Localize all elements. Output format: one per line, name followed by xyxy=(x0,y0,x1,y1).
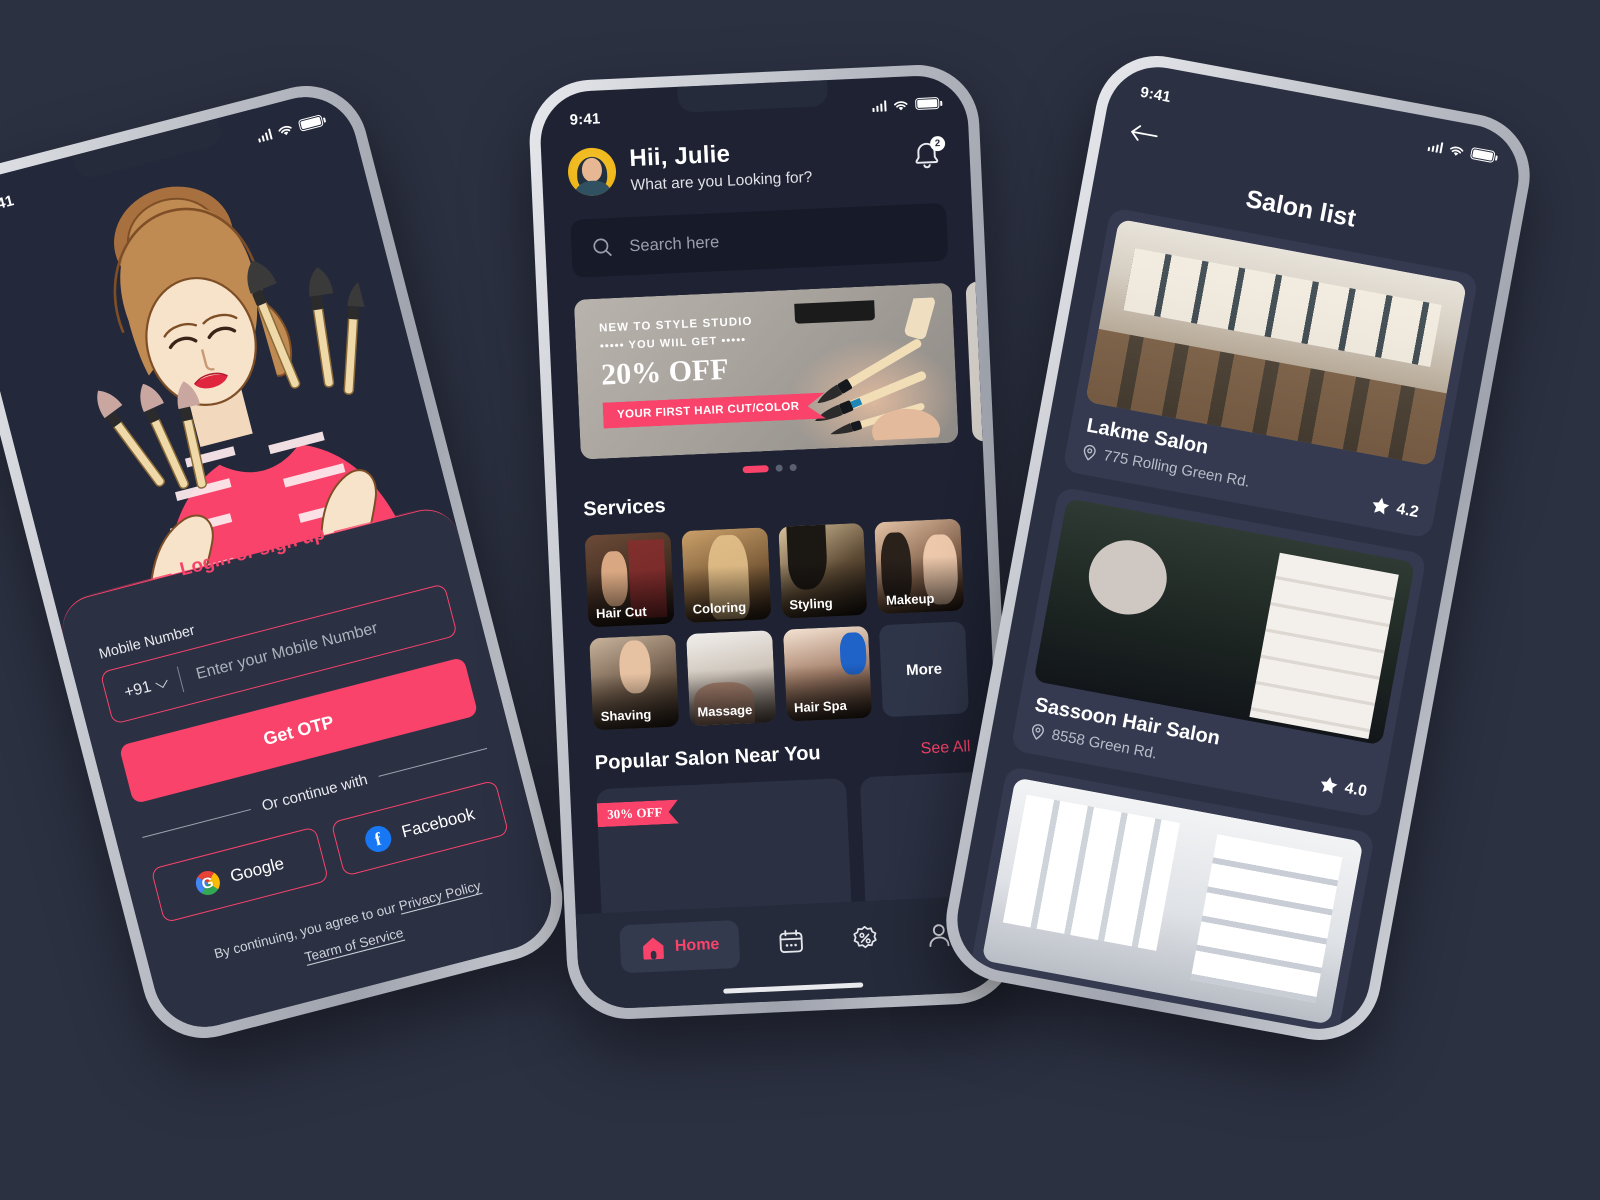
promo-banner[interactable]: NEW TO STYLE STUDIO ••••• YOU WIIL GET •… xyxy=(573,282,959,460)
or-continue-text: Or continue with xyxy=(260,771,370,815)
battery-icon xyxy=(1469,146,1496,164)
facebook-icon: f xyxy=(362,823,394,855)
bottom-tab-bar: Home xyxy=(575,894,1008,1011)
search-bar[interactable]: Search here xyxy=(570,202,949,278)
home-screen: 9:41 Hii, Julie What are you Looking for… xyxy=(538,73,1008,1011)
or-line-left xyxy=(142,808,251,838)
or-line-right xyxy=(378,747,488,777)
salon-rating: 4.2 xyxy=(1369,495,1420,522)
location-pin-icon xyxy=(1083,444,1096,461)
facebook-login-button[interactable]: f Facebook xyxy=(330,779,510,877)
signal-icon xyxy=(256,127,273,143)
service-label: Shaving xyxy=(600,706,652,724)
services-title: Services xyxy=(582,494,667,521)
signal-icon xyxy=(1427,139,1444,153)
service-tile-styling[interactable]: Styling xyxy=(777,522,868,619)
wifi-icon xyxy=(278,125,292,135)
greeting-text: Hii, Julie What are you Looking for? xyxy=(629,133,897,195)
carousel-dot-2[interactable] xyxy=(775,464,783,472)
salon-card[interactable]: Sassoon Hair Salon 8558 Green Rd. 4.0 xyxy=(1010,486,1427,819)
promo-banner-carousel[interactable]: NEW TO STYLE STUDIO ••••• YOU WIIL GET •… xyxy=(548,281,983,461)
login-screen: 9:41 Login or sign up Mobile Number +91 … xyxy=(0,85,563,1039)
phone-mockup-login: 9:41 Login or sign up Mobile Number +91 … xyxy=(0,72,576,1052)
status-icons xyxy=(1427,139,1496,164)
search-icon xyxy=(593,238,612,256)
service-label: Massage xyxy=(697,702,753,720)
salon-card[interactable]: Lakme Salon 775 Rolling Green Rd. 4.2 xyxy=(1062,207,1479,539)
avatar[interactable] xyxy=(566,146,618,197)
search-input[interactable]: Search here xyxy=(629,233,720,256)
service-label: Coloring xyxy=(692,599,747,617)
service-tile-hair-spa[interactable]: Hair Spa xyxy=(782,625,873,722)
salon-list-screen: 9:41 Salon list Lakme Salon 775 Rolling … xyxy=(948,58,1528,1038)
tab-home-label: Home xyxy=(674,935,720,955)
status-time: 9:41 xyxy=(0,191,16,216)
battery-icon xyxy=(297,114,324,132)
signal-icon xyxy=(871,99,887,112)
login-sheet: Login or sign up Mobile Number +91 Enter… xyxy=(55,502,563,1039)
facebook-label: Facebook xyxy=(399,804,477,842)
service-label: Hair Cut xyxy=(595,603,647,622)
service-label: Makeup xyxy=(885,590,935,608)
star-icon xyxy=(1320,776,1338,794)
greeting-row: Hii, Julie What are you Looking for? 2 xyxy=(566,131,946,198)
status-time: 9:41 xyxy=(1138,83,1173,106)
promo-banner-text: NEW TO STYLE STUDIO ••••• YOU WIIL GET •… xyxy=(599,313,826,429)
service-tile-more[interactable]: More xyxy=(879,621,969,718)
chevron-down-icon xyxy=(155,675,168,688)
service-tile-makeup[interactable]: Makeup xyxy=(874,518,965,615)
country-code-value: +91 xyxy=(122,678,154,702)
phone-mockup-home: 9:41 Hii, Julie What are you Looking for… xyxy=(526,62,1020,1022)
services-grid: Hair Cut Coloring Styling Makeup Shaving… xyxy=(559,517,995,731)
star-icon xyxy=(1372,497,1389,515)
carousel-pagination[interactable] xyxy=(556,455,984,481)
service-tile-hair-cut[interactable]: Hair Cut xyxy=(584,531,675,628)
status-icons xyxy=(256,114,325,143)
salon-rating-value: 4.2 xyxy=(1395,499,1421,521)
phone-mockup-salon-list: 9:41 Salon list Lakme Salon 775 Rolling … xyxy=(936,45,1540,1051)
country-code-select[interactable]: +91 xyxy=(101,654,187,723)
offer-tag: 30% OFF xyxy=(597,800,679,828)
service-tile-shaving[interactable]: Shaving xyxy=(589,634,680,731)
salon-card[interactable]: Jane Hair Salon 3505 Parker Rd. 4.2 xyxy=(958,765,1376,1038)
privacy-policy-link[interactable]: Privacy Policy xyxy=(397,878,482,914)
carousel-dot-3[interactable] xyxy=(789,463,797,472)
salon-list: Lakme Salon 775 Rolling Green Rd. 4.2 Sa… xyxy=(949,185,1504,1038)
wifi-icon xyxy=(894,100,908,110)
status-time: 9:41 xyxy=(569,109,601,129)
salon-rating: 4.0 xyxy=(1318,774,1369,801)
promo-banner-next[interactable] xyxy=(965,281,983,442)
wifi-icon xyxy=(1450,146,1464,156)
calendar-icon xyxy=(778,929,803,953)
tab-home[interactable]: Home xyxy=(618,919,741,974)
google-icon xyxy=(192,868,223,898)
location-pin-icon xyxy=(980,1003,993,1020)
discount-icon xyxy=(853,925,877,949)
battery-icon xyxy=(915,97,940,111)
service-tile-massage[interactable]: Massage xyxy=(685,630,776,726)
status-icons xyxy=(871,97,940,113)
tab-bookings[interactable] xyxy=(776,927,814,957)
google-login-button[interactable]: Google xyxy=(150,826,330,924)
see-all-link[interactable]: See All xyxy=(920,738,971,758)
salon-photo xyxy=(981,777,1364,1025)
notification-button[interactable]: 2 xyxy=(909,135,946,175)
mockup-stage: 9:41 Login or sign up Mobile Number +91 … xyxy=(0,0,1600,1200)
salon-rating-value: 4.0 xyxy=(1343,779,1369,800)
back-arrow-icon xyxy=(1131,125,1158,141)
tab-offers[interactable] xyxy=(850,923,888,953)
service-tile-coloring[interactable]: Coloring xyxy=(681,527,771,624)
promo-headline: 20% OFF xyxy=(600,352,730,392)
back-button[interactable] xyxy=(1126,114,1166,154)
location-pin-icon xyxy=(1032,724,1044,740)
carousel-dot-1[interactable] xyxy=(742,465,769,474)
service-label: Hair Spa xyxy=(793,697,848,716)
google-label: Google xyxy=(228,853,287,886)
promo-ribbon: YOUR FIRST HAIR CUT/COLOR xyxy=(603,392,826,428)
service-label: Styling xyxy=(789,595,834,613)
salon-address: 3505 Parker Rd. xyxy=(998,1005,1110,1038)
home-icon xyxy=(642,937,664,960)
